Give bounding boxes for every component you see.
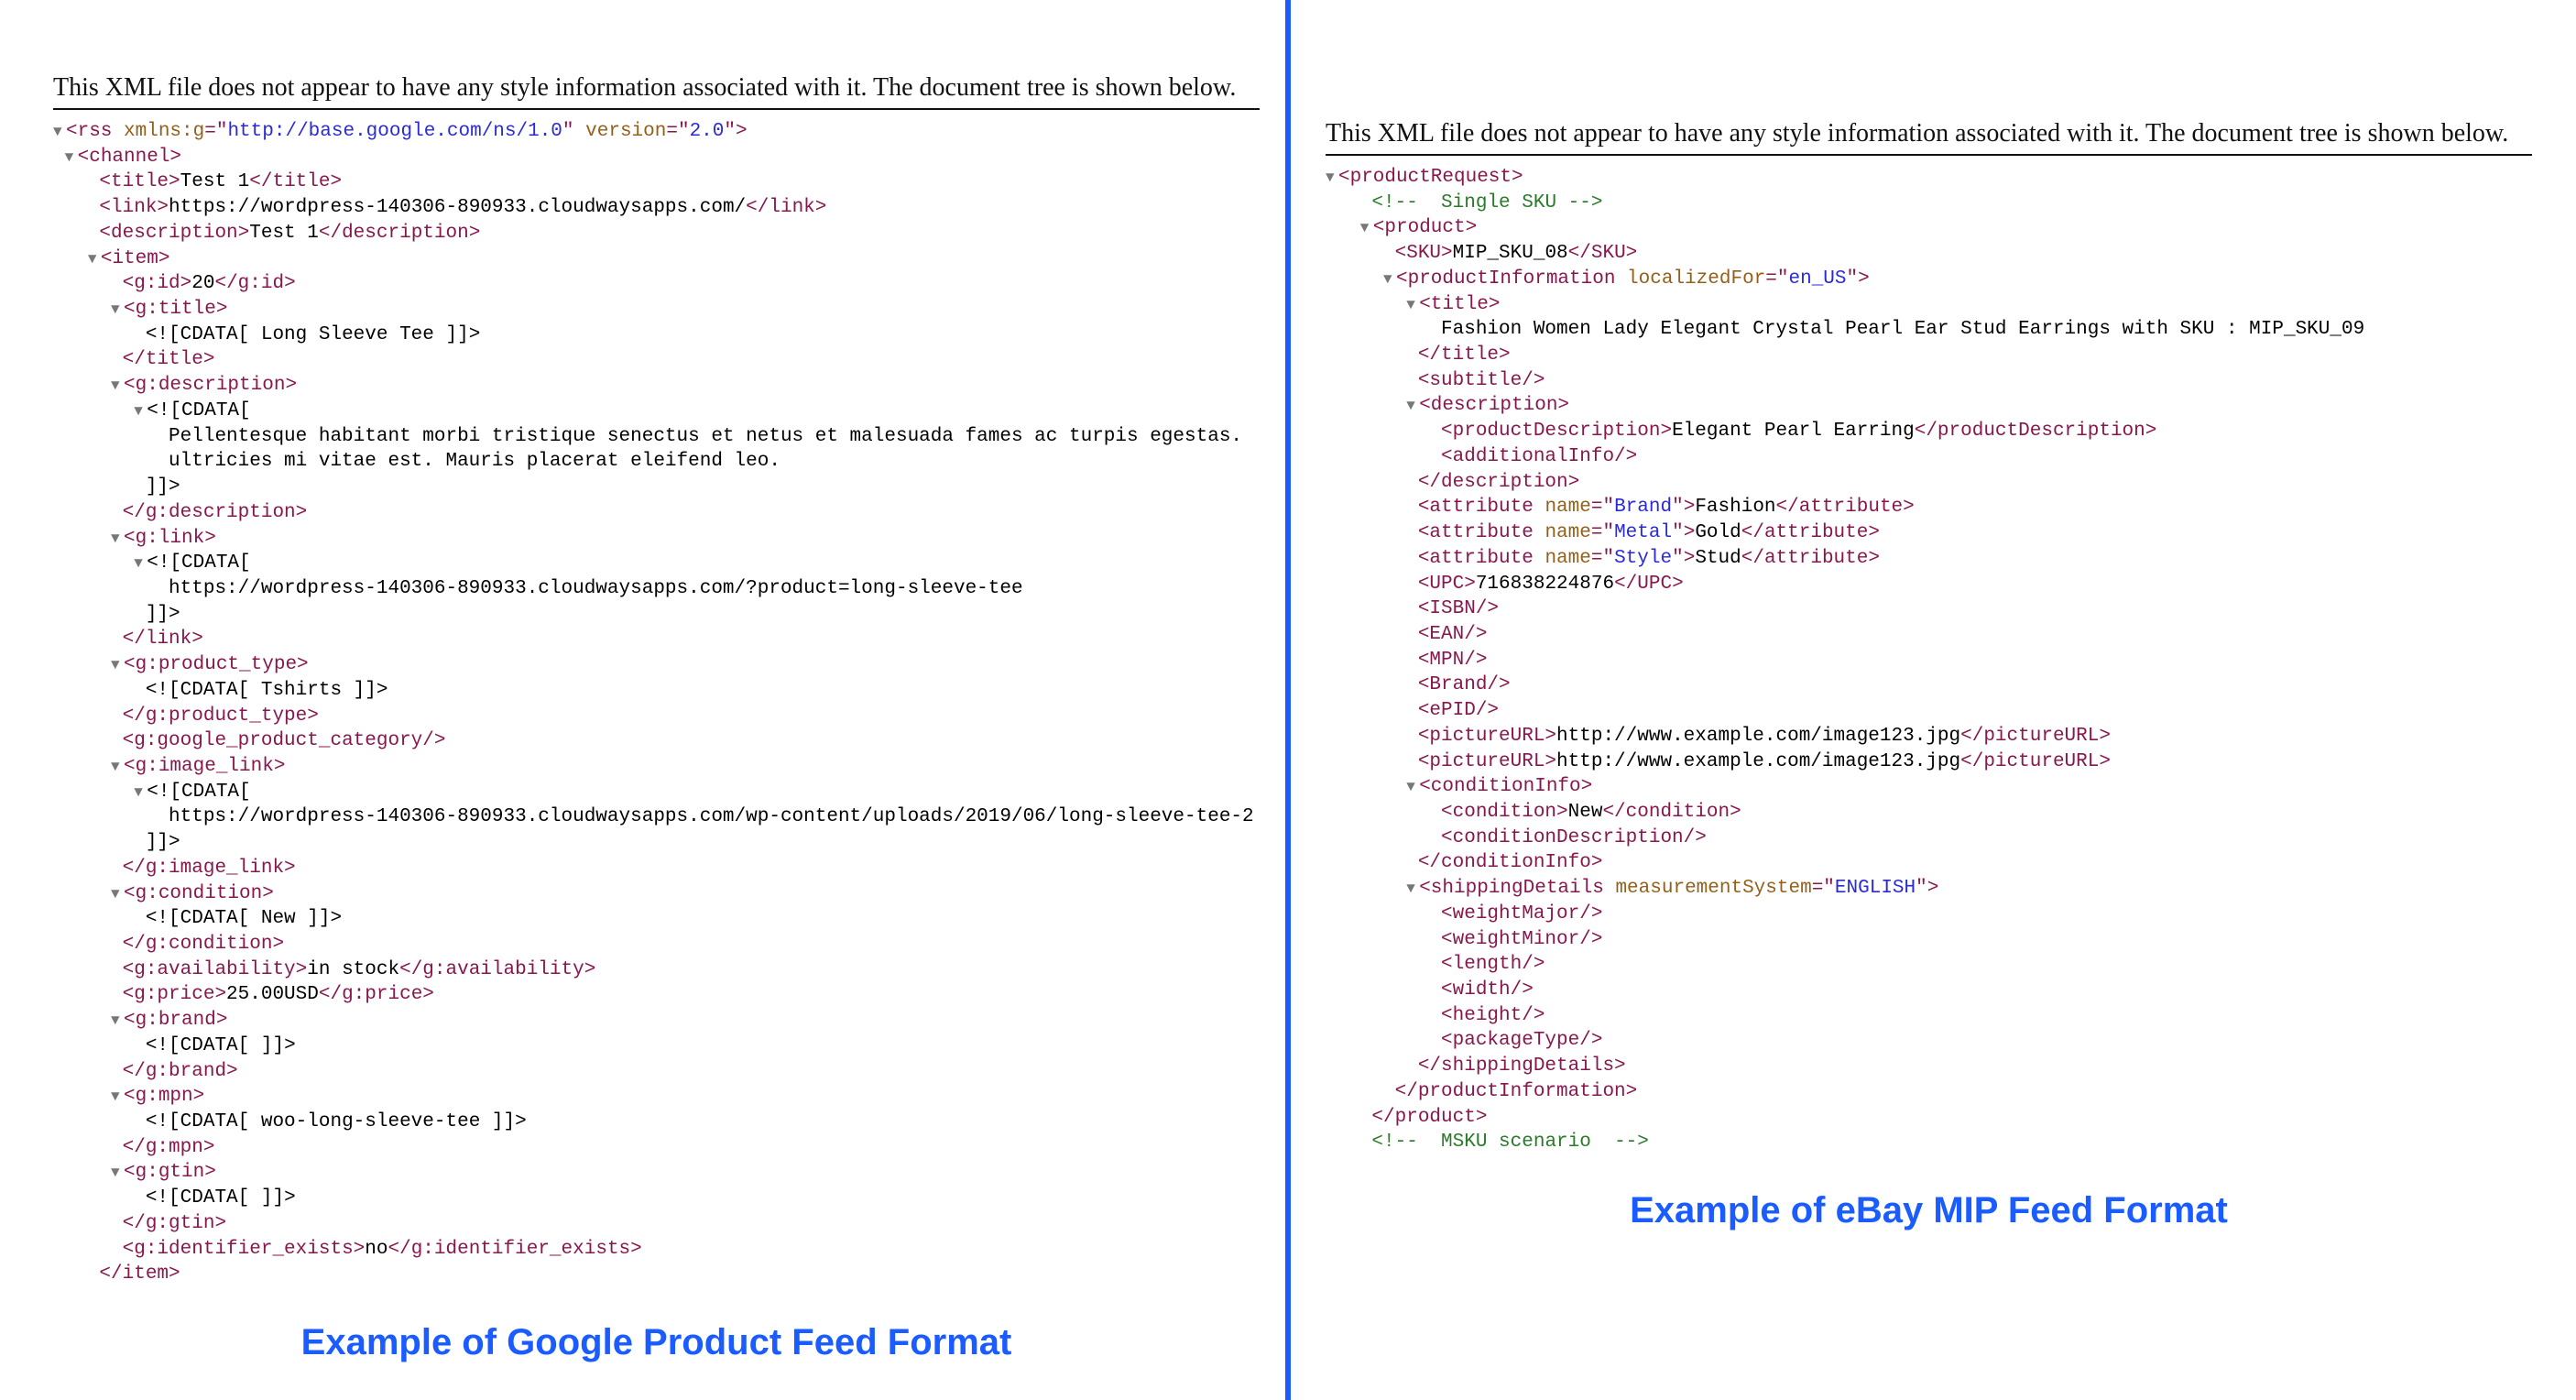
right-caption: Example of eBay MIP Feed Format (1326, 1190, 2532, 1231)
right-column: This XML file does not appear to have an… (1291, 27, 2558, 1373)
left-caption: Example of Google Product Feed Format (53, 1322, 1260, 1363)
ebay-feed-xml: ▼<productRequest> <!-- Single SKU --> ▼<… (1326, 165, 2532, 1155)
left-column: This XML file does not appear to have an… (18, 27, 1285, 1373)
xml-notice-right: This XML file does not appear to have an… (1326, 119, 2532, 156)
xml-notice-left: This XML file does not appear to have an… (53, 73, 1260, 110)
page-root: This XML file does not appear to have an… (0, 0, 2576, 1400)
google-feed-xml: ▼<rss xmlns:g="http://base.google.com/ns… (53, 119, 1260, 1287)
